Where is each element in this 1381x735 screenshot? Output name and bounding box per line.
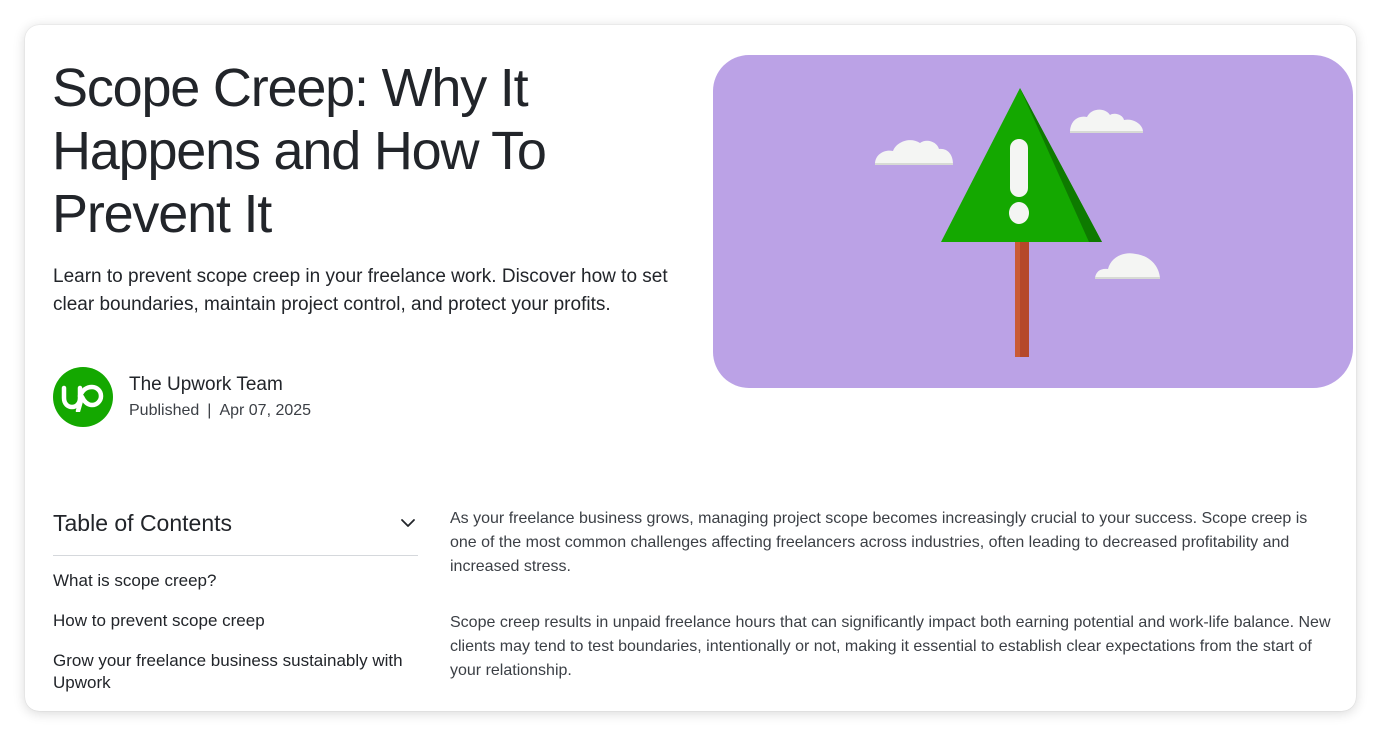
publish-date: Apr 07, 2025 [219, 401, 312, 419]
chevron-down-icon[interactable] [398, 513, 418, 533]
page-title: Scope Creep: Why It Happens and How To P… [52, 58, 547, 244]
author-name[interactable]: The Upwork Team [129, 373, 311, 397]
toc-item[interactable]: What is scope creep? [53, 570, 418, 592]
published-label: Published [129, 401, 200, 419]
body-paragraph: Scope creep results in unpaid freelance … [450, 614, 1331, 679]
avatar[interactable] [53, 367, 113, 427]
toc-item[interactable]: Grow your freelance business sustainably… [53, 650, 418, 694]
toc-header[interactable]: Table of Contents [53, 503, 418, 556]
article-card: Scope Creep: Why It Happens and How To P… [25, 25, 1356, 711]
hero-image [713, 55, 1353, 388]
toc-list: What is scope creep? How to prevent scop… [53, 570, 418, 711]
warning-sign-illustration-icon [875, 88, 1160, 357]
cloud-icon [1095, 253, 1160, 279]
article-body: As your freelance business grows, managi… [450, 507, 1335, 711]
upwork-logo-icon [61, 384, 104, 412]
cloud-icon [1070, 109, 1143, 133]
meta-separator: | [207, 401, 212, 419]
toc-title: Table of Contents [53, 509, 233, 536]
article-subtitle: Learn to prevent scope creep in your fre… [53, 266, 668, 315]
publish-info: Published | Apr 07, 2025 [129, 400, 311, 422]
toc-item[interactable]: How to prevent scope creep [53, 610, 418, 632]
cloud-icon [875, 140, 953, 165]
body-paragraph: As your freelance business grows, managi… [450, 510, 1308, 575]
table-of-contents: Table of Contents What is scope creep? H… [53, 503, 418, 711]
author-block: The Upwork Team Published | Apr 07, 2025 [53, 367, 311, 427]
